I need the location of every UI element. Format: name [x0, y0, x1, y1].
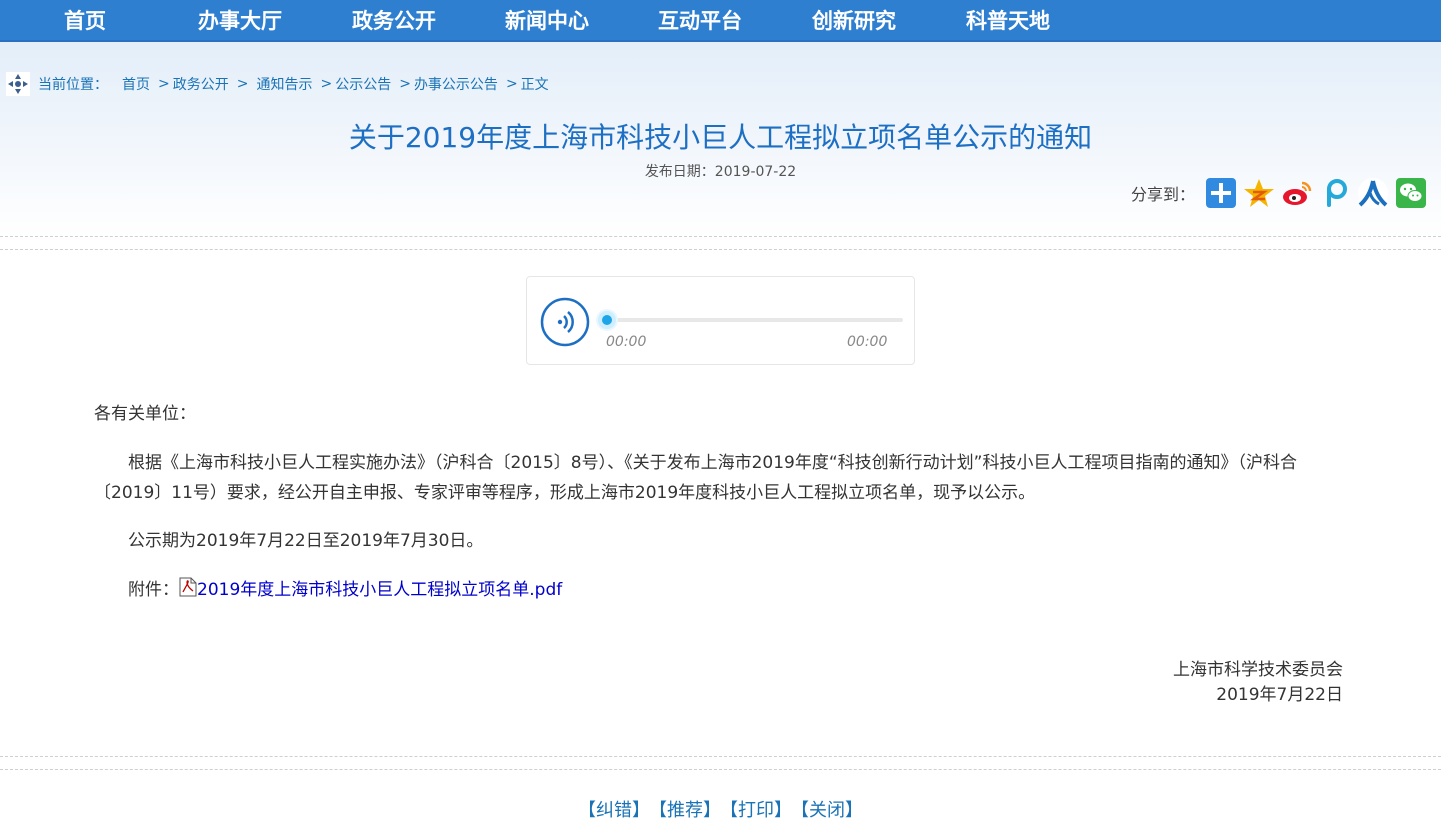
nav-item-science[interactable]: 科普天地	[948, 0, 1068, 42]
breadcrumb-label: 当前位置：	[38, 77, 108, 93]
plus-share-icon[interactable]	[1205, 177, 1237, 209]
nav-item-gov-affairs[interactable]: 政务公开	[334, 0, 454, 42]
location-icon	[6, 72, 30, 96]
nav-item-innovation[interactable]: 创新研究	[794, 0, 914, 42]
audio-play-icon[interactable]	[540, 297, 590, 347]
qzone-icon[interactable]	[1243, 177, 1275, 209]
divider	[0, 236, 1441, 237]
audio-progress-track[interactable]	[606, 318, 903, 322]
breadcrumb-separator: >	[320, 76, 333, 92]
breadcrumb-separator: >	[158, 76, 170, 92]
audio-player: 00:00 00:00	[526, 276, 915, 365]
nav-item-home[interactable]: 首页	[40, 0, 130, 42]
audio-progress-handle[interactable]	[598, 311, 616, 329]
attachment-label: 附件：	[128, 580, 179, 600]
print-link[interactable]: 【打印】	[729, 800, 792, 821]
audio-current-time: 00:00	[606, 334, 647, 350]
breadcrumb: 当前位置： 首页 > 政务公开 > 通知告示 > 公示公告 > 办事公示公告 >…	[6, 72, 549, 96]
share-label: 分享到：	[1130, 185, 1195, 204]
signature-date: 2019年7月22日	[1216, 685, 1343, 705]
footer-actions: 【纠错】 【推荐】 【打印】 【关闭】	[0, 796, 1441, 822]
breadcrumb-gov-affairs[interactable]: 政务公开	[173, 74, 229, 94]
breadcrumb-announcements[interactable]: 公示公告	[335, 74, 391, 94]
top-nav: 首页 办事大厅 政务公开 新闻中心 互动平台 创新研究 科普天地	[0, 0, 1441, 42]
divider	[0, 249, 1441, 250]
pdf-file-icon	[179, 577, 197, 597]
pengyou-icon[interactable]	[1319, 177, 1351, 209]
divider	[0, 769, 1441, 770]
weibo-icon[interactable]	[1281, 177, 1313, 209]
nav-item-service-hall[interactable]: 办事大厅	[180, 0, 300, 42]
breadcrumb-separator: >	[236, 76, 249, 92]
signature-org: 上海市科学技术委员会	[1173, 660, 1343, 680]
nav-item-interaction[interactable]: 互动平台	[640, 0, 760, 42]
page-title: 关于2019年度上海市科技小巨人工程拟立项名单公示的通知	[348, 121, 1093, 154]
recommend-link[interactable]: 【推荐】	[658, 800, 721, 821]
breadcrumb-notices[interactable]: 通知告示	[256, 74, 312, 94]
breadcrumb-separator: >	[505, 76, 518, 92]
wechat-icon[interactable]	[1395, 177, 1427, 209]
report-error-link[interactable]: 【纠错】	[578, 800, 650, 821]
article-paragraph: 根据《上海市科技小巨人工程实施办法》（沪科合〔2015〕8号）、《关于发布上海市…	[94, 453, 1297, 503]
divider	[0, 756, 1441, 757]
article-greeting: 各有关单位：	[94, 404, 196, 424]
breadcrumb-separator: >	[399, 76, 411, 92]
attachment-row: 附件： 2019年度上海市科技小巨人工程拟立项名单.pdf	[94, 575, 1344, 605]
share-bar: 分享到：	[1131, 177, 1427, 209]
renren-icon[interactable]	[1357, 177, 1389, 209]
breadcrumb-current[interactable]: 正文	[521, 74, 549, 94]
close-link[interactable]: 【关闭】	[800, 800, 863, 821]
audio-total-time: 00:00	[847, 334, 888, 350]
breadcrumb-home[interactable]: 首页	[122, 74, 150, 94]
attachment-link[interactable]: 2019年度上海市科技小巨人工程拟立项名单.pdf	[197, 580, 562, 600]
breadcrumb-service-announcements[interactable]: 办事公示公告	[414, 74, 498, 94]
nav-item-news[interactable]: 新闻中心	[487, 0, 607, 42]
article-paragraph: 公示期为2019年7月22日至2019年7月30日。	[128, 531, 484, 551]
